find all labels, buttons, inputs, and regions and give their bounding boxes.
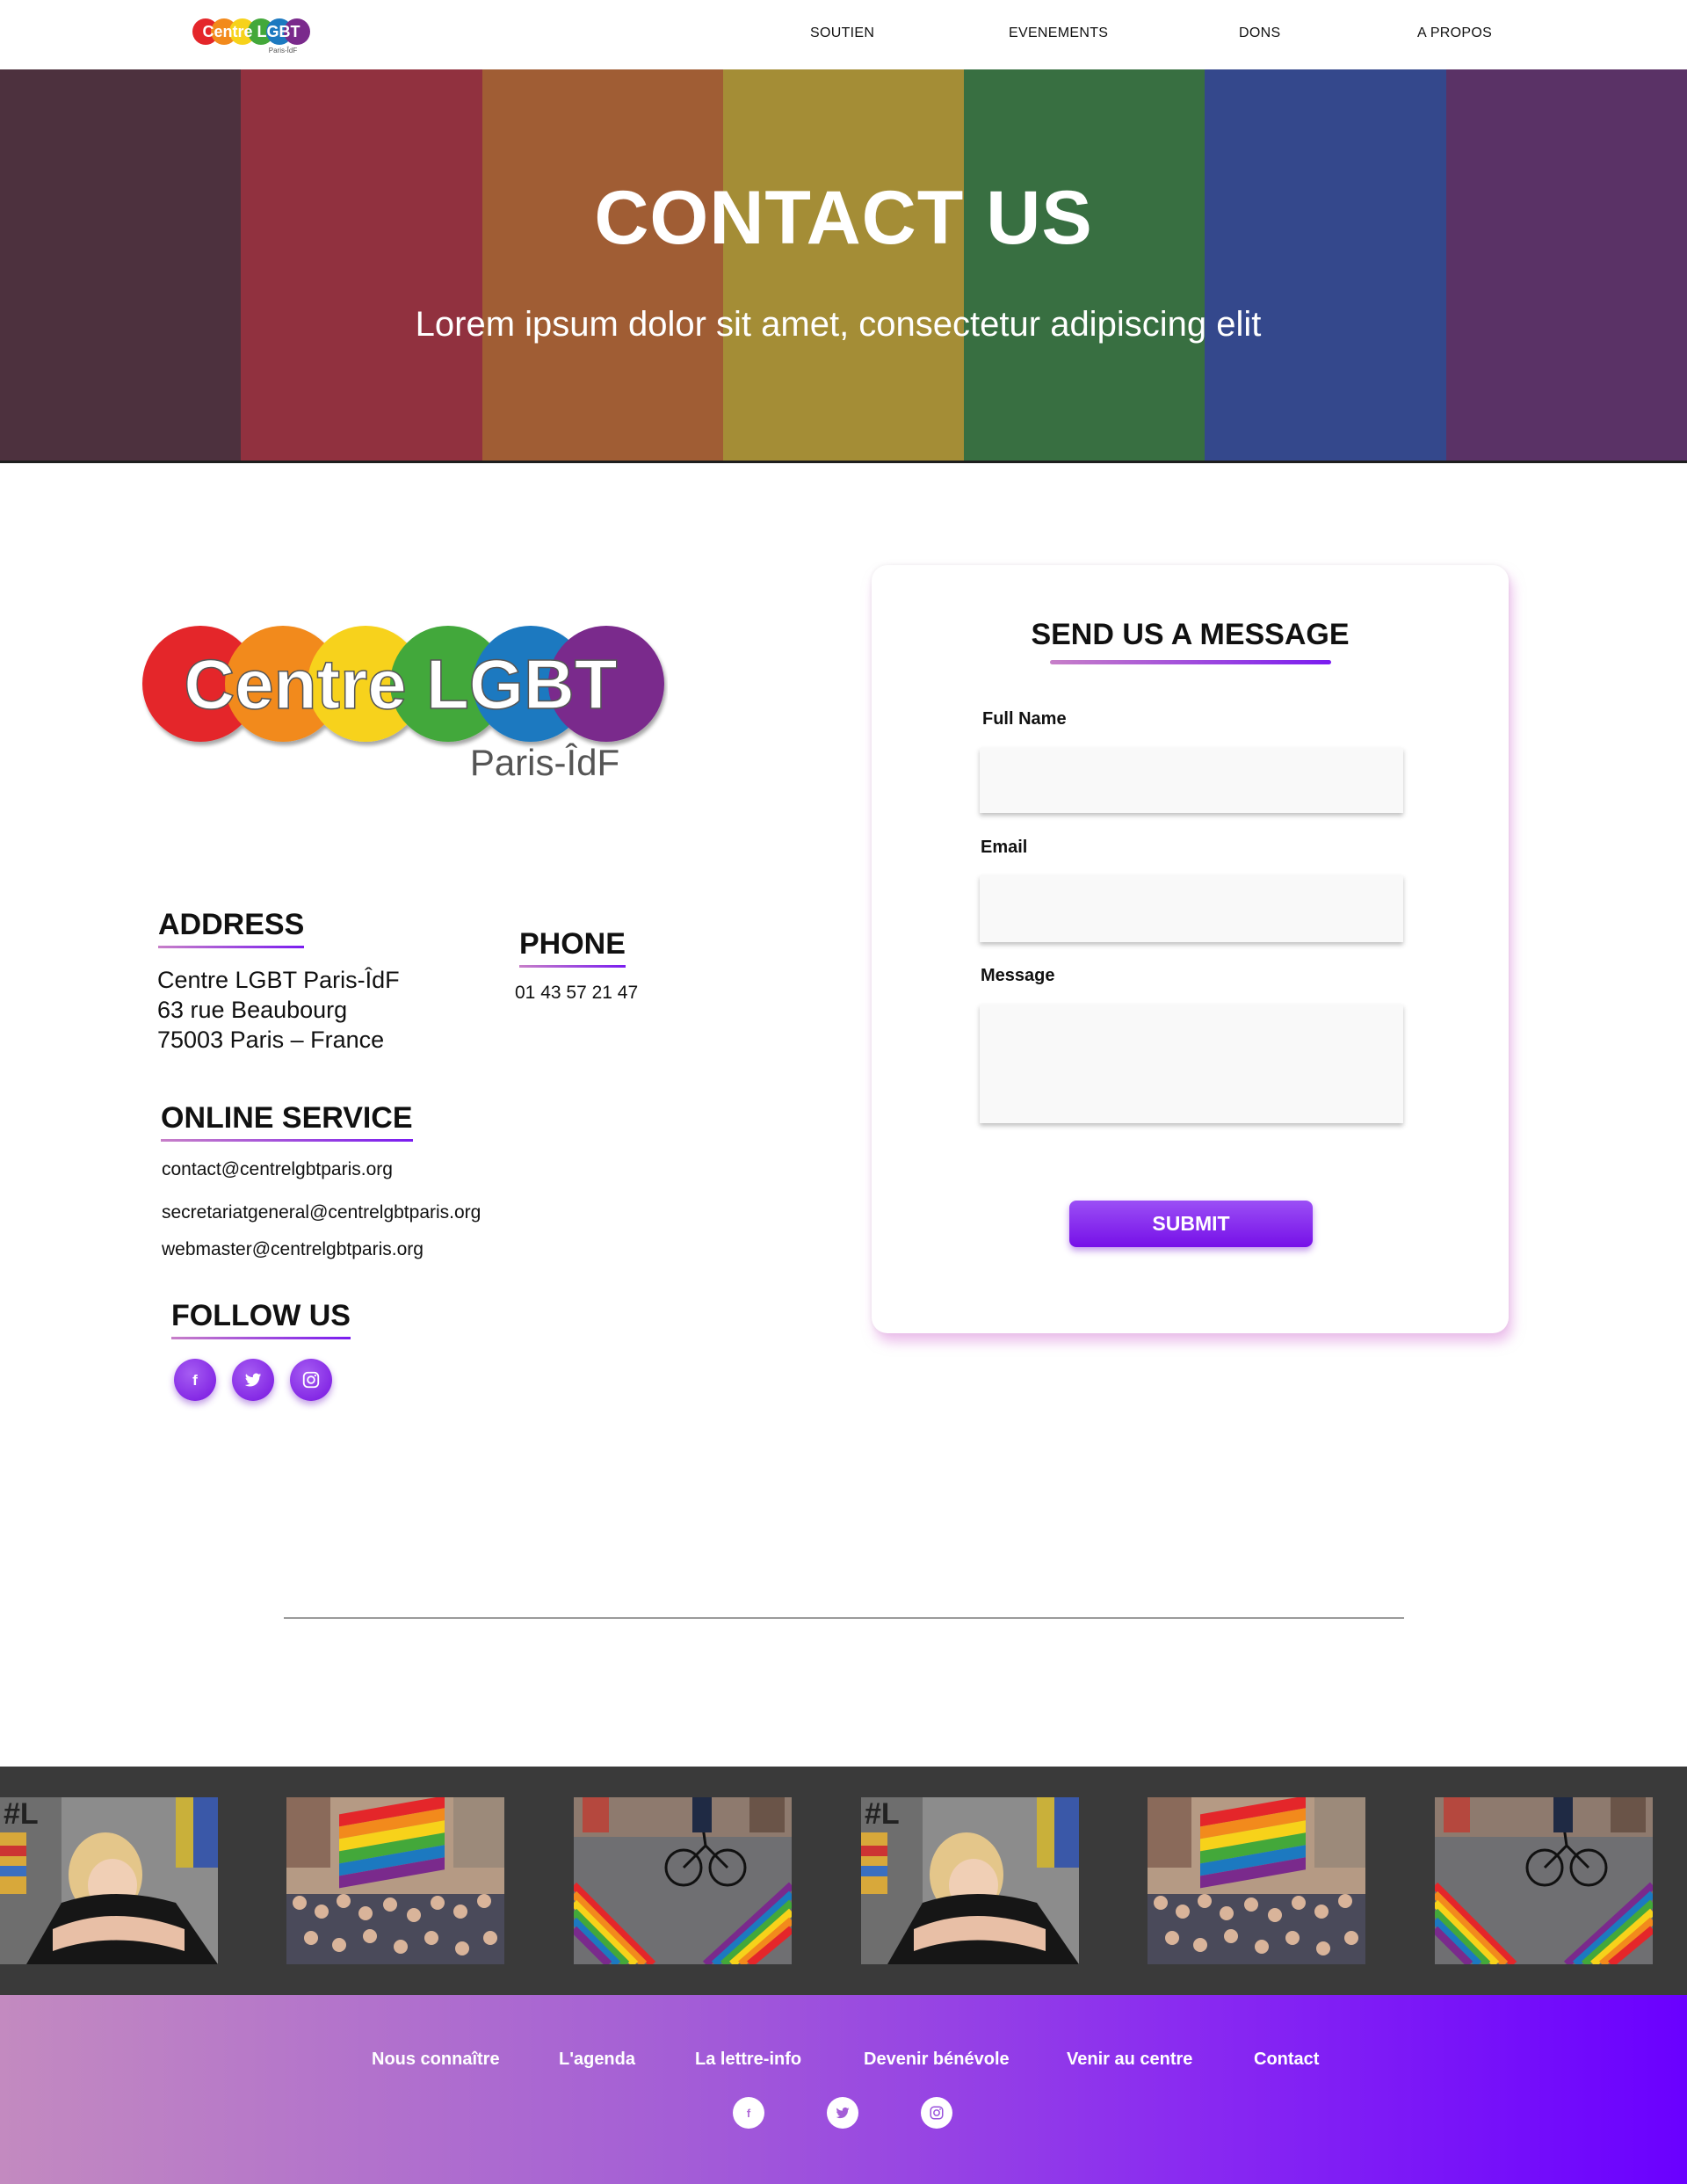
footer-link-contact[interactable]: Contact [1254, 2050, 1319, 2070]
instagram-button[interactable] [290, 1359, 332, 1401]
svg-text:f: f [747, 2107, 751, 2120]
email-contact-link[interactable]: contact@centrelgbtparis.org [162, 1159, 393, 1180]
email-webmaster-link[interactable]: webmaster@centrelgbtparis.org [162, 1239, 424, 1260]
follow-us-heading-text: FOLLOW US [171, 1299, 351, 1332]
nav-item-soutien[interactable]: SOUTIEN [810, 25, 874, 41]
page: Centre LGBT Paris-ÎdF SOUTIEN EVENEMENTS… [0, 0, 1687, 2184]
email-secretariat-link[interactable]: secretariatgeneral@centrelgbtparis.org [162, 1202, 481, 1223]
photo-gallery: #L #L [0, 1767, 1687, 1995]
online-service-heading: ONLINE SERVICE [161, 1101, 413, 1142]
heading-underline [171, 1337, 351, 1339]
message-form-card: SEND US A MESSAGE Full Name Email Messag… [872, 565, 1509, 1333]
submit-button[interactable]: SUBMIT [1069, 1201, 1313, 1247]
phone-number[interactable]: 01 43 57 21 47 [515, 983, 638, 1004]
phone-heading: PHONE [519, 927, 626, 968]
nav-item-evenements[interactable]: EVENEMENTS [1009, 25, 1108, 41]
twitter-button[interactable] [232, 1359, 274, 1401]
heading-underline [161, 1139, 413, 1142]
email-label: Email [981, 838, 1028, 857]
svg-text:#L: #L [4, 1797, 39, 1831]
pride-flag-crowd-photo[interactable] [286, 1797, 504, 1964]
nav-logo-text: Centre LGBT [202, 23, 300, 40]
logo-main-text: Centre LGBT [184, 645, 617, 723]
form-title: SEND US A MESSAGE [1031, 618, 1350, 651]
footer-instagram-button[interactable] [921, 2097, 952, 2129]
logo-sub-text: Paris-ÎdF [470, 742, 619, 783]
message-label: Message [981, 966, 1055, 985]
message-field[interactable] [980, 1005, 1403, 1123]
form-title-underline [1050, 660, 1331, 664]
online-service-heading-text: ONLINE SERVICE [161, 1101, 413, 1135]
address-heading-text: ADDRESS [158, 908, 305, 941]
heading-underline [519, 965, 626, 968]
address-heading: ADDRESS [158, 908, 305, 948]
section-divider [284, 1617, 1404, 1619]
nav-logo[interactable]: Centre LGBT Paris-ÎdF [192, 17, 311, 55]
footer-link-devenir-benevole[interactable]: Devenir bénévole [864, 2050, 1010, 2070]
nav-logo-subtext: Paris-ÎdF [269, 47, 298, 54]
footer-twitter-button[interactable] [827, 2097, 858, 2129]
footer-link-venir-au-centre[interactable]: Venir au centre [1067, 2050, 1192, 2070]
footer-link-lettre-info[interactable]: La lettre-info [695, 2050, 801, 2070]
centre-lgbt-logo: Centre LGBT Paris-ÎdF [142, 626, 664, 783]
footer-link-agenda[interactable]: L'agenda [559, 2050, 635, 2070]
address-line-3: 75003 Paris – France [157, 1027, 385, 1053]
facebook-icon: f [747, 2107, 751, 2120]
hero-banner: CONTACT US Lorem ipsum dolor sit amet, c… [0, 69, 1687, 463]
follow-us-heading: FOLLOW US [171, 1299, 351, 1339]
twitter-icon [244, 1373, 262, 1387]
fullname-label: Full Name [982, 709, 1067, 729]
facebook-button[interactable]: f [174, 1359, 216, 1401]
footer: Nous connaître L'agenda La lettre-info D… [0, 1995, 1687, 2184]
address-line-1: Centre LGBT Paris-ÎdF [157, 967, 400, 993]
pride-flag-crowd-photo[interactable] [1148, 1797, 1365, 1964]
svg-text:#L: #L [865, 1797, 900, 1831]
instagram-icon [302, 1371, 320, 1389]
email-field[interactable] [980, 875, 1403, 942]
hero-overlay [0, 69, 1687, 461]
hero-subtitle: Lorem ipsum dolor sit amet, consectetur … [415, 305, 1262, 344]
top-nav: Centre LGBT Paris-ÎdF SOUTIEN EVENEMENTS… [0, 0, 1687, 69]
footer-link-nous-connaitre[interactable]: Nous connaître [372, 2050, 500, 2070]
hug-photo[interactable]: #L [0, 1797, 218, 1964]
hero-title: CONTACT US [594, 176, 1093, 260]
rainbow-crosswalk-photo[interactable] [1435, 1797, 1653, 1964]
nav-item-a-propos[interactable]: A PROPOS [1417, 25, 1492, 41]
nav-item-dons[interactable]: DONS [1239, 25, 1280, 41]
svg-text:f: f [192, 1372, 198, 1389]
hug-photo[interactable]: #L [861, 1797, 1079, 1964]
phone-heading-text: PHONE [519, 927, 626, 961]
facebook-icon: f [192, 1372, 198, 1389]
heading-underline [158, 946, 305, 948]
instagram-icon [930, 2106, 944, 2120]
footer-facebook-button[interactable]: f [733, 2097, 764, 2129]
address-line-2: 63 rue Beaubourg [157, 997, 348, 1023]
rainbow-crosswalk-photo[interactable] [574, 1797, 792, 1964]
fullname-field[interactable] [980, 748, 1403, 813]
twitter-icon [836, 2107, 850, 2119]
